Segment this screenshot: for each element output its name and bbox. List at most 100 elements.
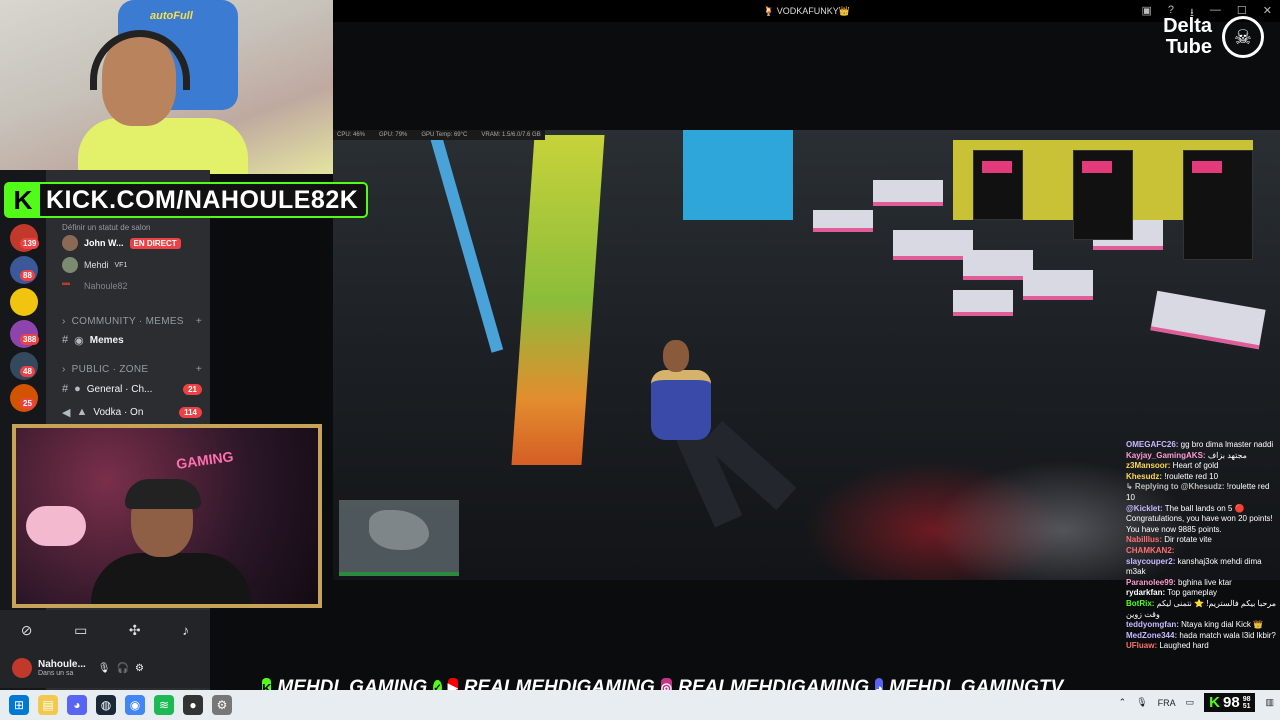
- display-icon[interactable]: ▭: [1186, 697, 1195, 708]
- chat-username[interactable]: MedZone344:: [1126, 631, 1177, 640]
- chair-logo-text: autoFull: [150, 10, 193, 22]
- channel-item[interactable]: # ◉ Memes: [62, 331, 202, 349]
- chrome-icon[interactable]: ◉: [125, 695, 145, 715]
- unread-badge: 21: [183, 383, 202, 395]
- hoodie: [78, 118, 248, 174]
- soundboard-icon[interactable]: ♪: [182, 622, 189, 638]
- tray-chevron-icon[interactable]: ⌃: [1119, 697, 1127, 708]
- chat-username[interactable]: ↳ Replying to @Khesudz:: [1126, 482, 1225, 491]
- hash-icon: #: [62, 334, 69, 346]
- channel-item[interactable]: # ● General · Ch... 21: [62, 380, 202, 398]
- streamer-facecam: autoFull: [0, 0, 333, 174]
- chat-message: Paranolee99: bghina live ktar: [1126, 578, 1280, 589]
- chat-username[interactable]: BotRix:: [1126, 599, 1154, 608]
- category-label: PUBLIC · ZONE: [71, 363, 149, 375]
- kick-logo-icon: K: [6, 184, 40, 216]
- torso: [651, 370, 711, 440]
- chevron-right-icon: ›: [62, 315, 66, 327]
- obs-icon[interactable]: ●: [183, 695, 203, 715]
- username: Nahoule...: [38, 659, 86, 670]
- box: [893, 230, 973, 260]
- screen-share-icon[interactable]: ▭: [74, 622, 87, 639]
- emoji-icon: ◉: [74, 334, 84, 347]
- mic-tray-icon[interactable]: 🎙: [1136, 697, 1147, 708]
- settings-gear-icon[interactable]: ⚙: [135, 663, 144, 674]
- arcade-panel: [1073, 150, 1133, 240]
- server-badge: 388: [20, 334, 40, 345]
- chat-username[interactable]: CHAMKAN2:: [1126, 546, 1174, 555]
- headphones-icon[interactable]: 🎧: [117, 663, 129, 674]
- add-channel-icon[interactable]: +: [196, 316, 202, 327]
- steam-icon[interactable]: ◍: [96, 695, 116, 715]
- channel-name: Vodka · On: [93, 406, 144, 418]
- chat-username[interactable]: Khesudz:: [1126, 472, 1162, 481]
- chat-message: UFluaw: Laughed hard: [1126, 641, 1280, 652]
- chat-username[interactable]: teddyomgfan:: [1126, 620, 1179, 629]
- watermark-line-2: Tube: [1165, 36, 1212, 58]
- minimap: [339, 500, 459, 574]
- panel-screen: [1192, 161, 1222, 173]
- chat-text: Dir rotate vite: [1162, 535, 1212, 545]
- notification-icon[interactable]: ▥: [1265, 697, 1274, 708]
- chat-username[interactable]: rydarkfan:: [1126, 588, 1165, 597]
- box: [813, 210, 873, 232]
- windows-start-icon[interactable]: ⊞: [9, 695, 29, 715]
- language-indicator[interactable]: FRA: [1158, 698, 1176, 708]
- panel-screen: [982, 161, 1012, 173]
- voice-user[interactable]: John W... EN DIRECT: [62, 234, 202, 252]
- spotify-icon[interactable]: ≋: [154, 695, 174, 715]
- live-badge: EN DIRECT: [129, 237, 181, 249]
- chat-username[interactable]: UFluaw:: [1126, 641, 1157, 650]
- user-avatar[interactable]: [12, 658, 32, 678]
- guest-figure: [91, 479, 251, 604]
- watermark-line-1: Delta: [1163, 15, 1212, 37]
- voice-user[interactable]: Mehdi VF1: [62, 256, 202, 274]
- chat-text: bghina live ktar: [1175, 577, 1232, 587]
- perf-overlay: CPU: 46% GPU: 79% GPU Temp: 69°C VRAM: 1…: [333, 130, 545, 140]
- server-icon[interactable]: [10, 288, 38, 316]
- gradient-pillar: [511, 135, 605, 465]
- character-head: [663, 340, 689, 372]
- server-badge: 139: [20, 238, 40, 249]
- voice-user-name: Mehdi: [84, 260, 109, 270]
- kick-tray-icon: K: [1209, 694, 1220, 711]
- chat-message: ↳ Replying to @Khesudz: !roulette red 10: [1126, 482, 1280, 503]
- category-header[interactable]: › PUBLIC · ZONE +: [62, 360, 202, 378]
- chat-username[interactable]: Kayjay_GamingAKS:: [1126, 451, 1206, 460]
- channel-name: Memes: [89, 334, 124, 346]
- microphone-icon[interactable]: 🎙: [98, 663, 111, 674]
- channel-item[interactable]: ◀ ▲ Vodka · On 114: [62, 403, 202, 421]
- chat-message: CHAMKAN2:: [1126, 546, 1280, 557]
- chat-username[interactable]: Nabilllus:: [1126, 535, 1162, 544]
- user-status: Dans un sa: [38, 670, 74, 677]
- chat-message: z3Mansoor: Heart of gold: [1126, 461, 1280, 472]
- chat-message: Nabilllus: Dir rotate vite: [1126, 535, 1280, 546]
- chat-username[interactable]: OMEGAFC26:: [1126, 440, 1178, 449]
- gpu-stat: GPU: 79%: [379, 132, 408, 138]
- discord-app-icon[interactable]: ◕: [67, 695, 87, 715]
- kick-url-banner: K KICK.COM/NAHOULE82K: [4, 182, 369, 218]
- perf-widget[interactable]: K 98 98 51: [1204, 693, 1256, 712]
- server-badge: 88: [20, 270, 35, 281]
- activities-icon[interactable]: ✣: [129, 622, 141, 639]
- chat-username[interactable]: z3Mansoor:: [1126, 461, 1170, 470]
- streamer-figure: [78, 30, 248, 174]
- gpu-temp-stat: GPU Temp: 69°C: [421, 132, 468, 138]
- chat-message: BotRix: مرحبا بيكم فالستريم! ⭐ نتمنى ليك…: [1126, 599, 1280, 620]
- avatar: ▬: [62, 278, 70, 287]
- unread-badge: 114: [179, 406, 202, 418]
- chat-username[interactable]: @Kicklet:: [1126, 504, 1163, 513]
- screen-icon[interactable]: ▣: [1142, 4, 1152, 23]
- settings-icon[interactable]: ⚙: [212, 695, 232, 715]
- category-header[interactable]: › COMMUNITY · MEMES +: [62, 312, 202, 330]
- chat-overlay: OMEGAFC26: gg bro dima lmaster naddi Kayj…: [1126, 440, 1280, 684]
- chat-username[interactable]: Paranolee99:: [1126, 578, 1176, 587]
- close-icon[interactable]: ✕: [1263, 4, 1272, 23]
- cpu-stat: CPU: 46%: [337, 132, 366, 138]
- voice-user[interactable]: ▬ Nahoule82: [62, 277, 202, 295]
- camera-off-icon[interactable]: ⊘: [21, 622, 33, 639]
- chat-username[interactable]: slaycouper2:: [1126, 557, 1175, 566]
- add-channel-icon[interactable]: +: [196, 364, 202, 375]
- delta-tube-logo-icon: ☠: [1222, 16, 1264, 58]
- file-explorer-icon[interactable]: ▤: [38, 695, 58, 715]
